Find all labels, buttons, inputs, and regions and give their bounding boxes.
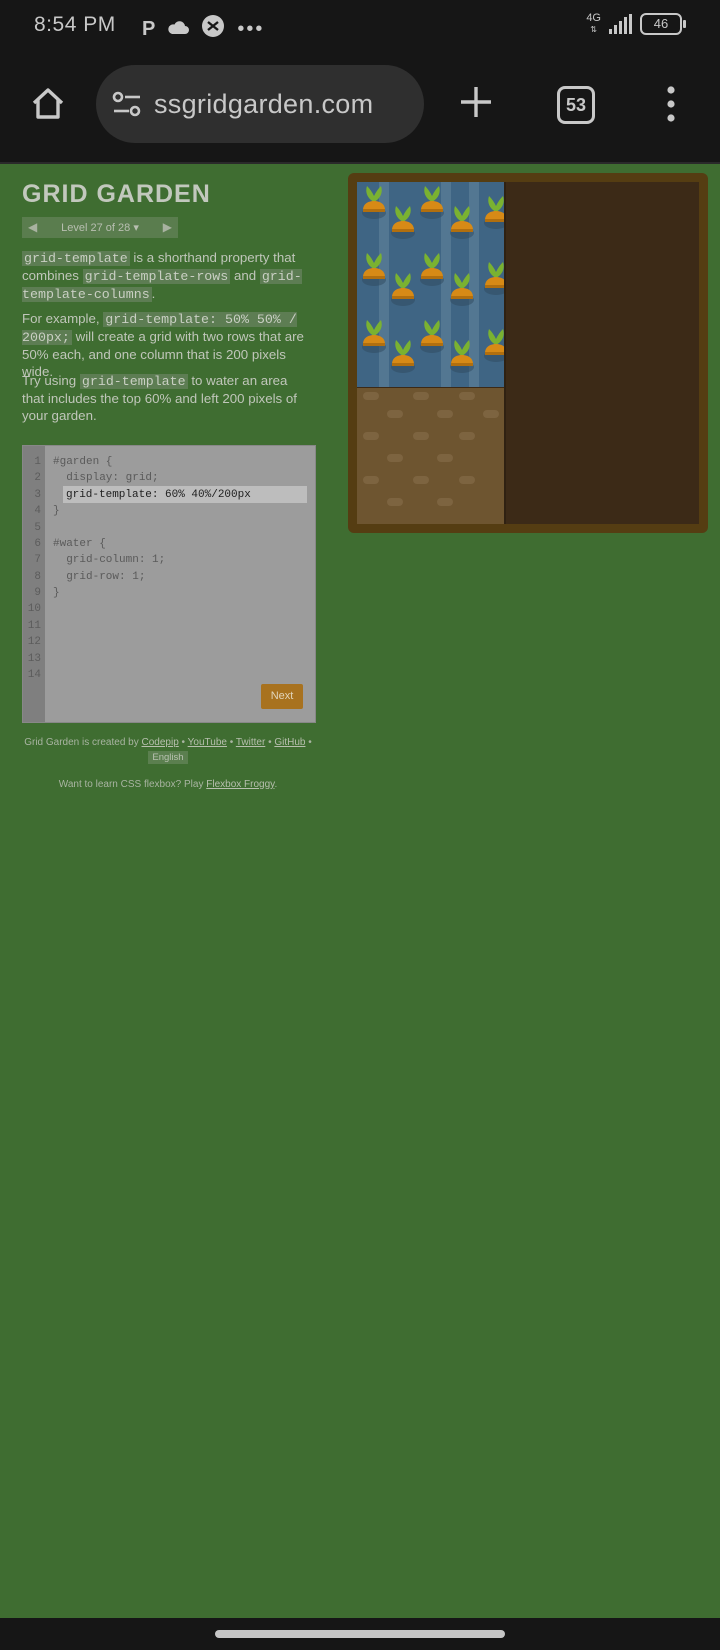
code-line: display: grid; (53, 472, 159, 484)
soil-clod (437, 498, 453, 506)
soil-clod (387, 454, 403, 462)
carrot-icon (449, 338, 475, 374)
soil-clod (413, 476, 429, 484)
soil-clod (437, 410, 453, 418)
soil-clod (387, 410, 403, 418)
system-navigation-bar (0, 1618, 720, 1650)
page-title: GRID GARDEN (22, 180, 211, 208)
soil-clod (387, 498, 403, 506)
code-snippet: grid-template (79, 374, 188, 389)
carrot-icon (419, 318, 445, 354)
more-notifications-icon: ••• (237, 17, 265, 40)
code-line: } (53, 505, 60, 517)
github-link[interactable]: GitHub (274, 737, 305, 748)
css-input[interactable] (63, 486, 307, 503)
twitter-link[interactable]: Twitter (236, 737, 265, 748)
code-line: } (53, 587, 60, 599)
level-indicator[interactable]: Level 27 of 28 ▾ (22, 221, 178, 234)
carrot-icon (419, 251, 445, 287)
parking-icon: P (142, 17, 156, 40)
next-level-button[interactable]: ▶ (163, 220, 172, 234)
code-line: #water { (53, 538, 106, 550)
cloud-icon (167, 18, 190, 41)
signal-icon (609, 14, 632, 34)
carrot-icon (361, 318, 387, 354)
carrot-icon (419, 184, 445, 220)
address-bar[interactable]: ssgridgarden.com (96, 65, 424, 143)
soil-clod (413, 432, 429, 440)
instructions-paragraph-3: Try using grid-template to water an area… (22, 373, 297, 423)
level-navigator: ◀ Level 27 of 28 ▾ ▶ (22, 217, 178, 238)
code-snippet: grid-template (22, 251, 130, 266)
new-tab-icon[interactable] (456, 82, 496, 122)
carrot-icon (390, 271, 416, 307)
level-dropdown-icon[interactable]: ▾ (133, 222, 139, 234)
soil-clod (363, 432, 379, 440)
carrot-icon (483, 260, 504, 296)
line-number-gutter: 1 2 3 4 5 6 7 8 9 10 11 12 13 14 (23, 446, 45, 722)
soil-clod (413, 392, 429, 400)
browser-toolbar: ssgridgarden.com 53 (0, 54, 720, 164)
home-icon[interactable] (28, 84, 68, 124)
soil-clod (459, 392, 475, 400)
carrot-icon (361, 184, 387, 220)
battery-icon: 46 (640, 13, 686, 35)
status-time: 8:54 PM (34, 13, 116, 36)
next-button[interactable]: Next (261, 684, 303, 709)
codepip-link[interactable]: Codepip (142, 737, 179, 748)
carrot-icon (449, 204, 475, 240)
carrot-icon (390, 204, 416, 240)
credits: Grid Garden is created by Codepip • YouT… (24, 737, 312, 764)
carrot-icon (361, 251, 387, 287)
code-line: grid-row: 1; (53, 571, 146, 583)
network-type: 4G ⇅ (586, 12, 601, 35)
garden-board (348, 173, 708, 533)
more-vert-icon[interactable] (664, 84, 678, 124)
code-snippet: grid-template-rows (82, 269, 231, 284)
soil-clod (437, 454, 453, 462)
carrot-icon (483, 194, 504, 230)
language-selector[interactable]: English (148, 751, 188, 764)
tune-icon[interactable] (112, 91, 142, 117)
garden-soil (357, 182, 699, 524)
soil-clod (363, 392, 379, 400)
carrot-icon (483, 327, 504, 363)
carrot-icon (449, 271, 475, 307)
tab-switcher-button[interactable]: 53 (557, 86, 595, 124)
carrot-icon (390, 338, 416, 374)
battery-level: 46 (653, 16, 669, 31)
grid-divider (504, 182, 506, 524)
soil-clod (363, 476, 379, 484)
soil-clod (459, 476, 475, 484)
dry-soil-area (357, 388, 504, 524)
instructions-paragraph-1: grid-template is a shorthand property th… (22, 250, 302, 302)
code-line: grid-column: 1; (53, 554, 166, 566)
css-editor: 1 2 3 4 5 6 7 8 9 10 11 12 13 14 #garden… (22, 445, 316, 723)
soil-clod (459, 432, 475, 440)
water-area (357, 182, 504, 387)
flexbox-froggy-link[interactable]: Flexbox Froggy (206, 779, 274, 790)
status-system-icons: 4G ⇅ 46 (586, 12, 686, 35)
url-text[interactable]: ssgridgarden.com (154, 89, 373, 120)
app-badge-icon (201, 14, 225, 44)
status-notification-icons: P ••• (142, 14, 264, 44)
status-bar: 8:54 PM P ••• 4G ⇅ 46 (0, 0, 720, 54)
home-gesture-handle[interactable] (215, 1630, 505, 1638)
flexbox-promo: Want to learn CSS flexbox? Play Flexbox … (58, 779, 278, 790)
soil-clod (483, 410, 499, 418)
code-line: #garden { (53, 456, 113, 468)
instructions-paragraph-2: For example, grid-template: 50% 50% / 20… (22, 311, 304, 379)
youtube-link[interactable]: YouTube (188, 737, 227, 748)
